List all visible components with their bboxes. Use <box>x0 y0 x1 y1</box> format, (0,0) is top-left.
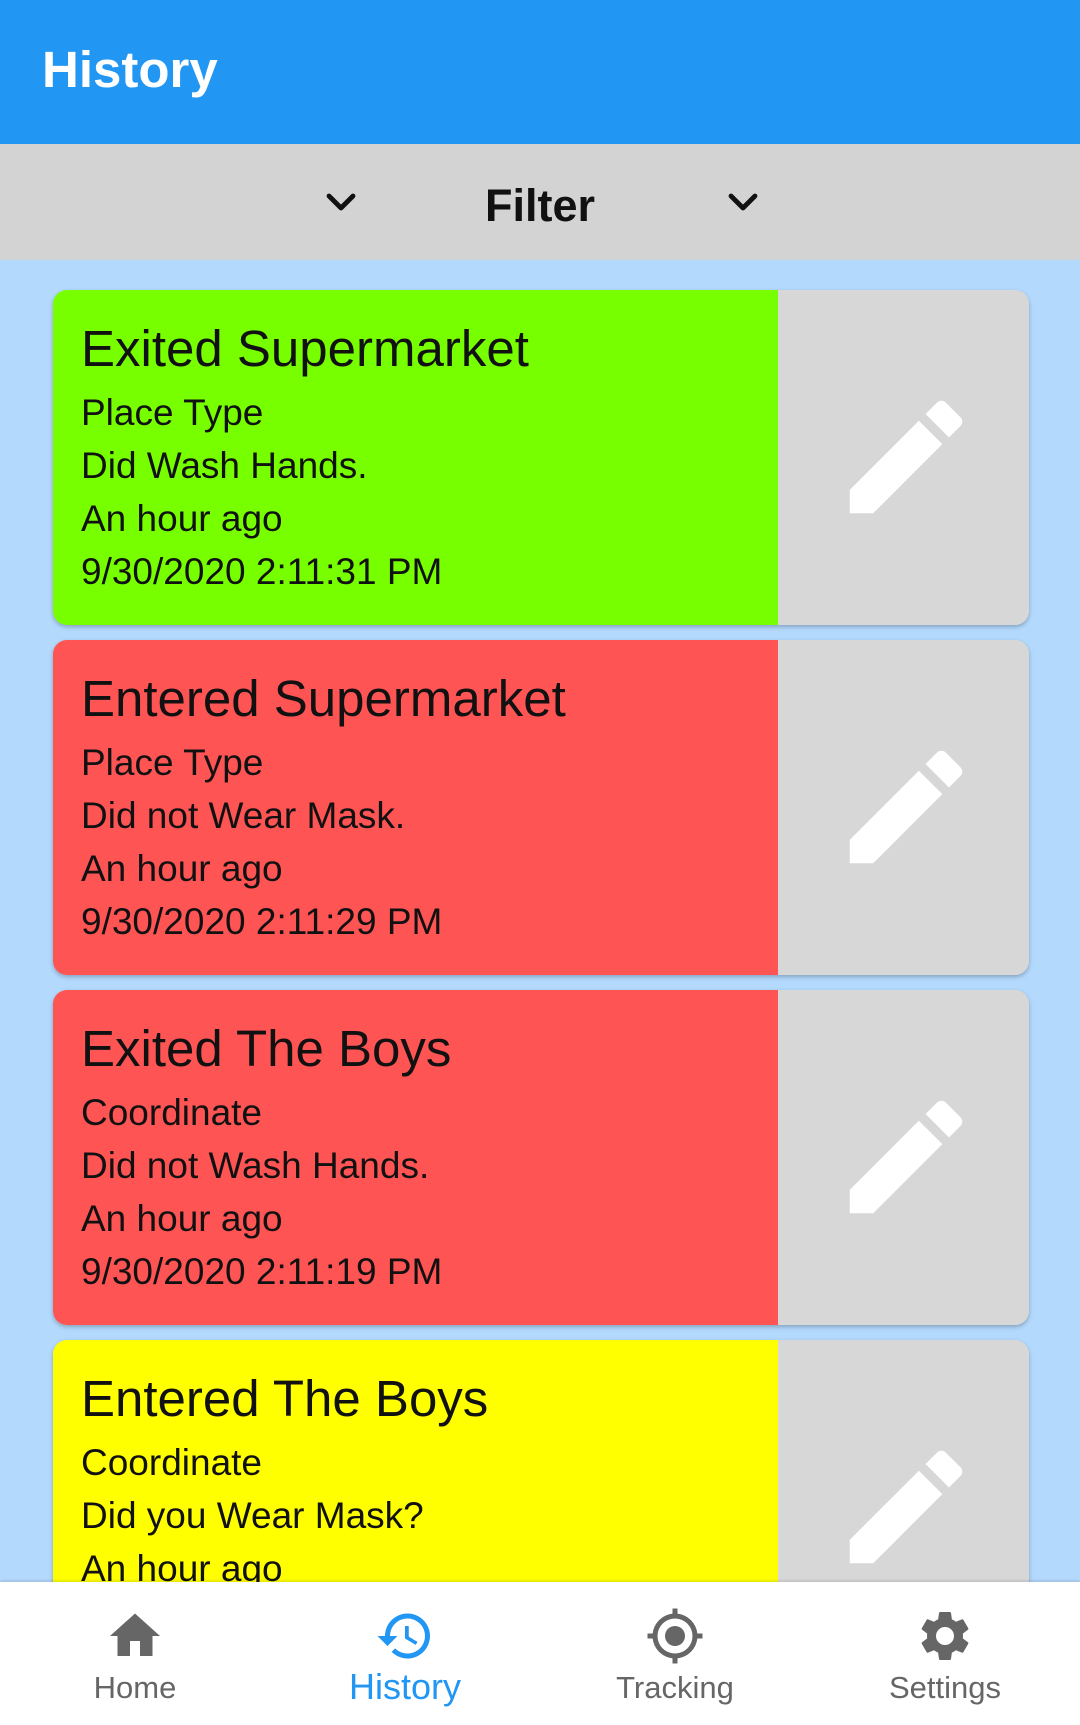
nav-item-history[interactable]: History <box>270 1582 540 1725</box>
chevron-down-icon[interactable] <box>719 178 767 226</box>
entry-title: Exited Supermarket <box>81 320 529 377</box>
entry-type: Coordinate <box>81 1092 263 1133</box>
nav-label-settings: Settings <box>888 1670 1001 1705</box>
app-root: History Filter Exited Supermarket Place … <box>0 0 1080 1725</box>
nav-item-home[interactable]: Home <box>0 1582 270 1725</box>
history-icon <box>377 1613 430 1659</box>
entry-timestamp: 9/30/2020 2:11:19 PM <box>81 1251 443 1292</box>
history-entry[interactable]: Entered The Boys Coordinate Did you Wear… <box>53 1340 1029 1582</box>
entry-relative-time: An hour ago <box>81 1198 283 1239</box>
entry-details[interactable]: Exited The Boys Coordinate Did not Wash … <box>53 990 778 1325</box>
entry-title: Exited The Boys <box>81 1020 452 1077</box>
filter-bar[interactable]: Filter <box>0 144 1080 260</box>
nav-label-history: History <box>348 1666 461 1707</box>
history-entry[interactable]: Exited Supermarket Place Type Did Wash H… <box>53 290 1029 625</box>
history-entry[interactable]: Exited The Boys Coordinate Did not Wash … <box>53 990 1029 1325</box>
edit-button[interactable] <box>778 1340 1029 1582</box>
home-icon <box>110 1613 160 1656</box>
entry-timestamp: 9/30/2020 2:11:29 PM <box>81 901 443 942</box>
filter-label[interactable]: Filter <box>0 180 1080 232</box>
bottom-nav: Home History Tracking Settings <box>0 1582 1080 1725</box>
nav-item-tracking[interactable]: Tracking <box>540 1582 810 1725</box>
app-bar: History <box>0 0 1080 144</box>
edit-button[interactable] <box>778 290 1029 625</box>
entry-title: Entered The Boys <box>81 1370 489 1427</box>
entry-type: Coordinate <box>81 1442 263 1483</box>
pencil-icon <box>849 750 963 864</box>
pencil-icon <box>849 1450 963 1564</box>
edit-button[interactable] <box>778 640 1029 975</box>
edit-button[interactable] <box>778 990 1029 1325</box>
entry-relative-time: An hour ago <box>81 848 283 889</box>
history-list[interactable]: Exited Supermarket Place Type Did Wash H… <box>0 260 1080 1582</box>
nav-label-tracking: Tracking <box>616 1670 734 1705</box>
entry-status: Did you Wear Mask? <box>81 1495 424 1536</box>
nav-label-home: Home <box>93 1670 177 1705</box>
pencil-icon <box>849 1100 963 1214</box>
entry-relative-time: An hour ago <box>81 1548 283 1582</box>
pencil-icon <box>849 400 963 514</box>
nav-item-settings[interactable]: Settings <box>810 1582 1080 1725</box>
tracking-icon <box>647 1608 703 1664</box>
entry-title: Entered Supermarket <box>81 670 566 727</box>
entry-relative-time: An hour ago <box>81 498 283 539</box>
entry-status: Did Wash Hands. <box>81 445 368 486</box>
page-title: History <box>42 41 218 98</box>
entry-details[interactable]: Entered Supermarket Place Type Did not W… <box>53 640 778 975</box>
entry-details[interactable]: Exited Supermarket Place Type Did Wash H… <box>53 290 778 625</box>
history-entry[interactable]: Entered Supermarket Place Type Did not W… <box>53 640 1029 975</box>
entry-status: Did not Wear Mask. <box>81 795 406 836</box>
entry-details[interactable]: Entered The Boys Coordinate Did you Wear… <box>53 1340 778 1582</box>
gear-icon <box>921 1611 969 1660</box>
entry-type: Place Type <box>81 742 264 783</box>
entry-type: Place Type <box>81 392 264 433</box>
entry-status: Did not Wash Hands. <box>81 1145 430 1186</box>
entry-timestamp: 9/30/2020 2:11:31 PM <box>81 551 443 592</box>
